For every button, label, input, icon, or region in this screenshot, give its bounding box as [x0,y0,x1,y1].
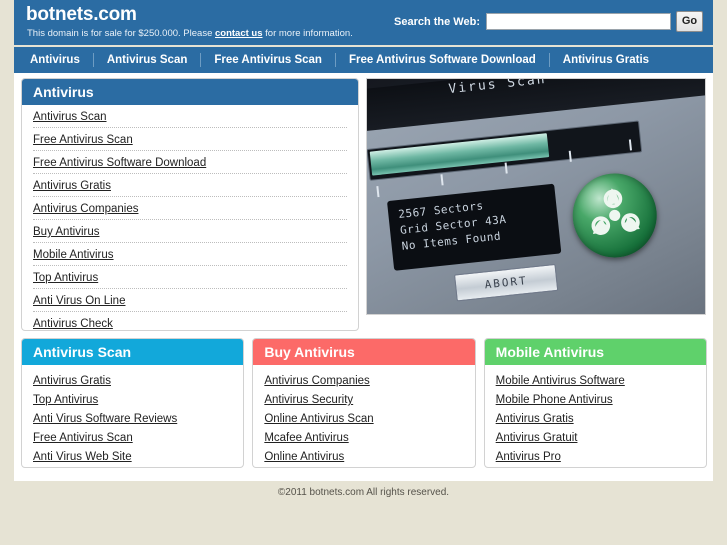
list-item[interactable]: Anti Virus Web Site [33,447,232,466]
link-anti-virus-software-reviews[interactable]: Anti Virus Software Reviews [33,413,177,425]
link-anti-virus-on-line[interactable]: Anti Virus On Line [33,295,125,307]
list-item[interactable]: Mobile Phone Antivirus [496,390,695,409]
hero-progress-fill [369,133,550,176]
list-item[interactable]: Antivirus Scan [33,105,347,128]
mobile-antivirus-panel-title: Mobile Antivirus [484,339,706,365]
list-item[interactable]: Top Antivirus [33,266,347,289]
tagline-text-before: This domain is for sale for $250.000. Pl… [27,28,215,39]
hero-progress-track [367,120,643,181]
list-item[interactable]: Free Antivirus Scan [33,428,232,447]
link-antivirus-pro[interactable]: Antivirus Pro [496,451,561,463]
link-free-antivirus-scan[interactable]: Free Antivirus Scan [33,134,133,146]
mobile-antivirus-panel-links: Mobile Antivirus Software Mobile Phone A… [485,365,706,466]
nav-item-antivirus-gratis[interactable]: Antivirus Gratis [550,47,662,73]
link-antivirus-gratis[interactable]: Antivirus Gratis [496,413,574,425]
link-mobile-antivirus-software[interactable]: Mobile Antivirus Software [496,375,625,387]
link-antivirus-gratuit[interactable]: Antivirus Gratuit [496,432,578,444]
bottom-panels-row: Antivirus Scan Antivirus Gratis Top Anti… [21,338,707,468]
list-item[interactable]: Mobile Antivirus Software [496,371,695,390]
list-item[interactable]: Antivirus Gratis [496,409,695,428]
nav-item-antivirus[interactable]: Antivirus [30,47,93,73]
list-item[interactable]: Mobile Antivirus [33,243,347,266]
link-anti-virus-web-site[interactable]: Anti Virus Web Site [33,451,132,463]
antivirus-scan-panel-title: Antivirus Scan [22,339,244,365]
mobile-antivirus-panel: Mobile Antivirus Mobile Antivirus Softwa… [483,338,707,468]
link-antivirus-check[interactable]: Antivirus Check [33,318,113,330]
list-item[interactable]: Antivirus Companies [264,371,463,390]
list-item[interactable]: Antivirus Gratuit [496,428,695,447]
biohazard-icon [568,169,661,262]
link-antivirus-gratis[interactable]: Antivirus Gratis [33,180,111,192]
hero-device-body: Virus Scan 2567 Sectors Grid Sector 43A [367,79,705,314]
list-item[interactable]: Free Antivirus Software Download [33,151,347,174]
list-item[interactable]: Antivirus Gratis [33,174,347,197]
list-item[interactable]: Mcafee Antivirus [264,428,463,447]
link-mobile-antivirus[interactable]: Mobile Antivirus [33,249,114,261]
link-antivirus-scan[interactable]: Antivirus Scan [33,111,107,123]
nav-item-free-antivirus-scan[interactable]: Free Antivirus Scan [201,47,335,73]
list-item[interactable]: Anti Virus On Line [33,289,347,312]
main-navigation: Antivirus Antivirus Scan Free Antivirus … [14,47,713,73]
nav-item-antivirus-scan[interactable]: Antivirus Scan [94,47,201,73]
hero-background: Virus Scan 2567 Sectors Grid Sector 43A [367,79,705,314]
site-header: botnets.com This domain is for sale for … [14,0,713,45]
content-area: Antivirus Antivirus Scan Free Antivirus … [14,73,713,481]
antivirus-panel-title: Antivirus [22,79,358,105]
copyright-text: ©2011 botnets.com All rights reserved. [277,487,450,498]
link-mobile-phone-antivirus[interactable]: Mobile Phone Antivirus [496,394,613,406]
antivirus-panel-links: Antivirus Scan Free Antivirus Scan Free … [22,105,358,330]
tagline-text-after: for more information. [262,28,353,39]
list-item[interactable]: Online Antivirus Scan [264,409,463,428]
antivirus-scan-panel: Antivirus Scan Antivirus Gratis Top Anti… [21,338,245,468]
virus-scan-hero-image: Virus Scan 2567 Sectors Grid Sector 43A [366,78,706,315]
site-brand: botnets.com [26,4,137,25]
list-item[interactable]: Anti Virus Software Reviews [33,409,232,428]
top-row: Antivirus Antivirus Scan Free Antivirus … [14,73,713,333]
link-free-antivirus-scan[interactable]: Free Antivirus Scan [33,432,133,444]
contact-us-link[interactable]: contact us [215,28,263,39]
link-online-antivirus[interactable]: Online Antivirus [264,451,344,463]
link-online-antivirus-scan[interactable]: Online Antivirus Scan [264,413,373,425]
domain-for-sale-notice: This domain is for sale for $250.000. Pl… [27,28,353,39]
buy-antivirus-panel-links: Antivirus Companies Antivirus Security O… [253,365,474,466]
list-item[interactable]: Free Antivirus Scan [33,128,347,151]
list-item[interactable]: Antivirus Check [33,312,347,330]
link-top-antivirus[interactable]: Top Antivirus [33,272,98,284]
search-input[interactable] [486,13,671,30]
hero-lcd-display: 2567 Sectors Grid Sector 43A No Items Fo… [386,183,562,271]
antivirus-scan-panel-links: Antivirus Gratis Top Antivirus Anti Viru… [22,365,243,466]
link-free-antivirus-software-download[interactable]: Free Antivirus Software Download [33,157,206,169]
list-item[interactable]: Buy Antivirus [33,220,347,243]
link-antivirus-companies[interactable]: Antivirus Companies [33,203,138,215]
buy-antivirus-panel: Buy Antivirus Antivirus Companies Antivi… [252,338,476,468]
search-area: Search the Web: Go [394,11,703,32]
nav-item-free-antivirus-software-download[interactable]: Free Antivirus Software Download [336,47,549,73]
hero-abort-button: ABORT [454,263,559,302]
search-label: Search the Web: [394,15,480,28]
search-go-button[interactable]: Go [676,11,703,32]
buy-antivirus-panel-title: Buy Antivirus [253,339,475,365]
link-antivirus-security[interactable]: Antivirus Security [264,394,353,406]
page-root: botnets.com This domain is for sale for … [0,0,727,545]
list-item[interactable]: Antivirus Gratis [33,371,232,390]
link-mcafee-antivirus[interactable]: Mcafee Antivirus [264,432,348,444]
footer: ©2011 botnets.com All rights reserved. [14,487,713,498]
link-antivirus-companies[interactable]: Antivirus Companies [264,375,369,387]
list-item[interactable]: Antivirus Pro [496,447,695,466]
hero-tick [440,174,444,186]
link-top-antivirus[interactable]: Top Antivirus [33,394,98,406]
link-buy-antivirus[interactable]: Buy Antivirus [33,226,99,238]
hero-tick [376,186,380,198]
link-antivirus-gratis[interactable]: Antivirus Gratis [33,375,111,387]
list-item[interactable]: Top Antivirus [33,390,232,409]
list-item[interactable]: Antivirus Companies [33,197,347,220]
antivirus-panel: Antivirus Antivirus Scan Free Antivirus … [21,78,359,331]
list-item[interactable]: Antivirus Security [264,390,463,409]
list-item[interactable]: Online Antivirus [264,447,463,466]
